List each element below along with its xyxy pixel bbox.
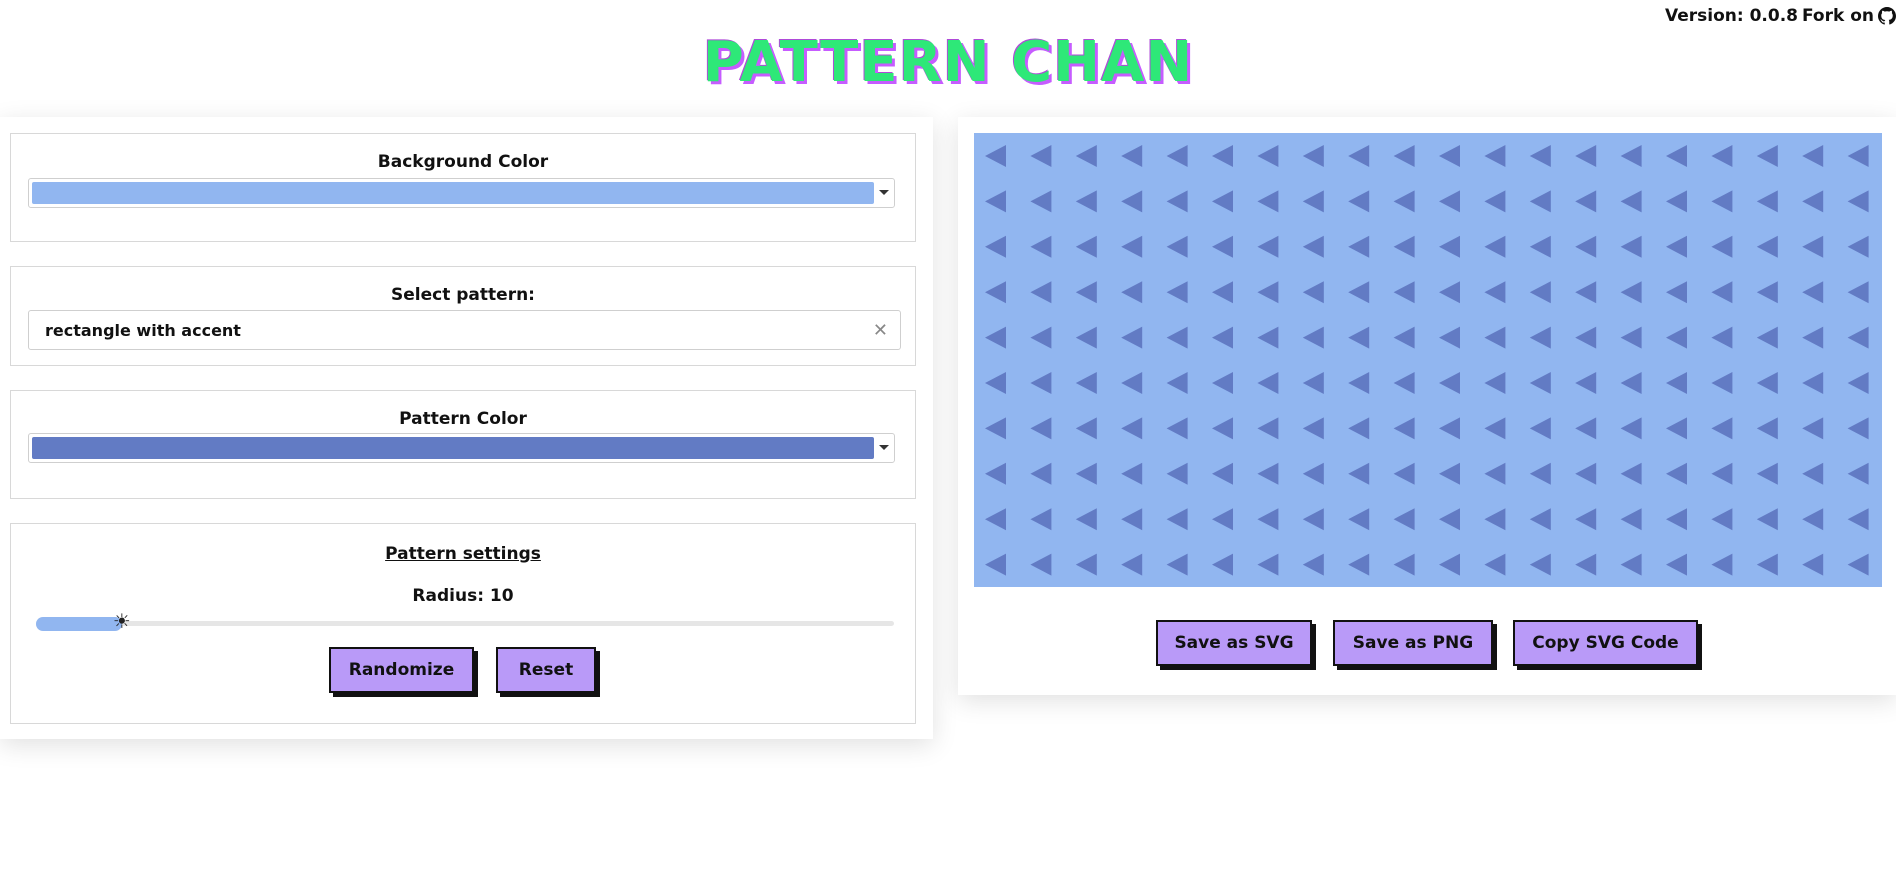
background-color-label: Background Color	[377, 152, 549, 172]
pattern-color-picker[interactable]	[28, 433, 895, 463]
radius-label: Radius: 10	[412, 586, 514, 606]
app-title: PATTERN CHAN	[702, 30, 1194, 95]
background-color-card: Background Color	[10, 133, 916, 242]
github-icon[interactable]	[1878, 7, 1896, 25]
randomize-button[interactable]: Randomize	[329, 647, 474, 693]
pattern-color-swatch	[32, 437, 874, 459]
save-svg-button[interactable]: Save as SVG	[1156, 620, 1312, 666]
close-icon[interactable]: ✕	[873, 320, 888, 341]
pattern-settings-card: Pattern settings Radius: 10 ☀ Randomize …	[10, 523, 916, 724]
save-png-button[interactable]: Save as PNG	[1333, 620, 1493, 666]
version-bar: Version: 0.0.8 Fork on	[1665, 6, 1896, 26]
chevron-down-icon	[879, 190, 889, 195]
reset-button[interactable]: Reset	[496, 647, 596, 693]
pattern-select-label: Select pattern:	[391, 285, 535, 305]
pattern-background	[974, 133, 1882, 587]
pattern-color-label: Pattern Color	[399, 409, 527, 429]
version-text: Version: 0.0.8	[1665, 6, 1798, 26]
controls-panel: Background Color Select pattern: rectang…	[0, 117, 933, 739]
radius-slider-fill	[36, 617, 122, 631]
chevron-down-icon	[879, 445, 889, 450]
fork-link[interactable]: Fork on	[1802, 6, 1874, 26]
radius-slider[interactable]: ☀	[36, 611, 894, 631]
pattern-settings-title: Pattern settings	[385, 544, 541, 564]
preview-panel: Save as SVG Save as PNG Copy SVG Code	[958, 117, 1896, 695]
pattern-color-card: Pattern Color	[10, 390, 916, 499]
sun-icon[interactable]: ☀	[112, 611, 132, 631]
pattern-select-value: rectangle with accent	[45, 320, 241, 340]
pattern-select-input[interactable]: rectangle with accent ✕	[28, 310, 901, 350]
copy-svg-code-button[interactable]: Copy SVG Code	[1513, 620, 1698, 666]
background-color-picker[interactable]	[28, 178, 895, 208]
background-color-swatch	[32, 182, 874, 204]
pattern-canvas	[974, 133, 1882, 587]
pattern-preview	[974, 133, 1882, 587]
pattern-select-card: Select pattern: rectangle with accent ✕	[10, 266, 916, 366]
